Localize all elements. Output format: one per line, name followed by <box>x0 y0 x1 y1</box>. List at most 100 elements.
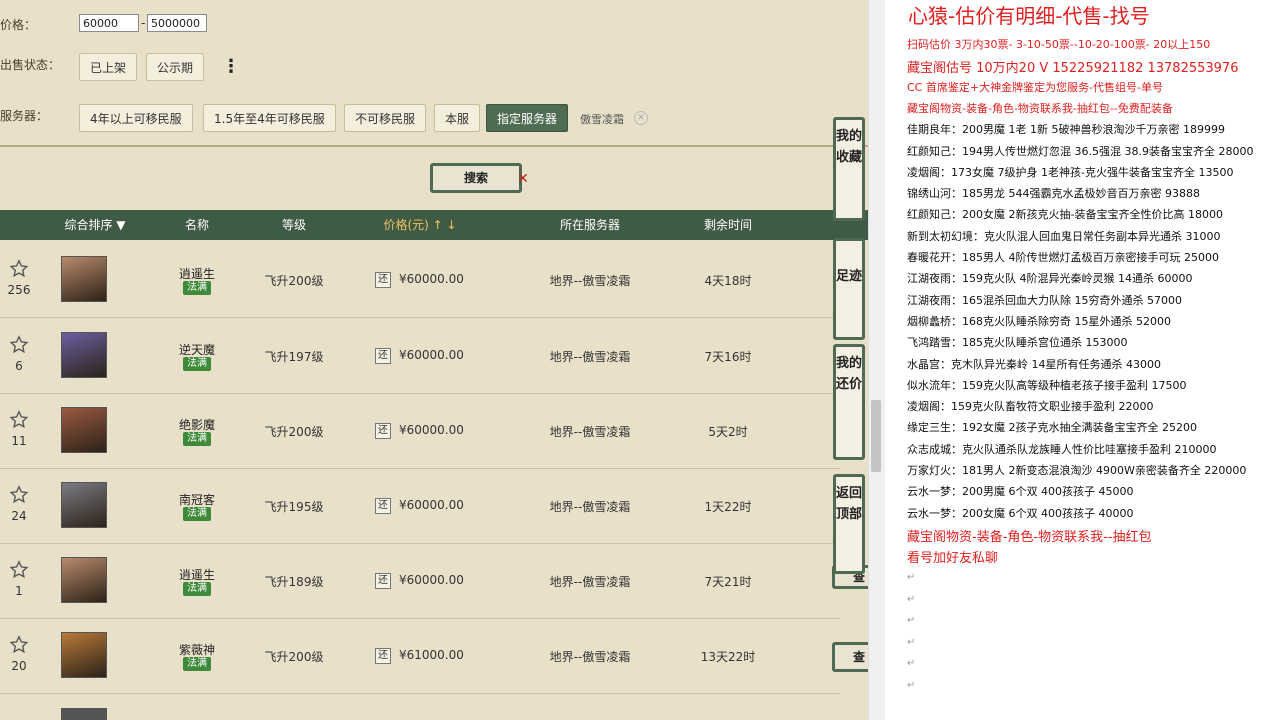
bargain-icon[interactable]: 还 <box>375 498 391 514</box>
side-tab-my-bargains[interactable]: 我的还价 <box>833 344 865 460</box>
table-row[interactable]: 256 逍遥生 法满 飞升200级 还 ¥60000.00 地界--傲雪凌霜 4… <box>0 242 840 318</box>
favorite-star-icon[interactable] <box>8 409 30 431</box>
avatar[interactable] <box>61 332 107 378</box>
character-level: 飞升189级 <box>264 575 324 589</box>
price-max-input[interactable] <box>147 14 207 32</box>
status-badge: 法满 <box>183 582 211 596</box>
status-badge: 法满 <box>183 357 211 371</box>
marketplace-panel: 价格： - 出售状态： 已上架 公示期 ⋮ 服务器： 4年以上可移民服 1.5年… <box>0 0 868 720</box>
status-badge: 法满 <box>183 507 211 521</box>
price-min-input[interactable] <box>79 14 139 32</box>
server-specified-button[interactable]: 指定服务器 <box>486 104 569 132</box>
more-options-icon[interactable]: ⋮ <box>222 56 240 77</box>
note-line: 新到太初幻境：克火队混人回血鬼日常任务副本异光通杀 31000 <box>907 229 1221 243</box>
note-line: 飞鸿踏雪：185克火队睡杀宫位通杀 153000 <box>907 336 1128 350</box>
avatar[interactable] <box>61 256 107 302</box>
status-listed-button[interactable]: 已上架 <box>79 53 138 81</box>
bargain-icon[interactable]: 还 <box>375 648 391 664</box>
favorite-star-icon[interactable] <box>8 334 30 356</box>
side-tab-favorites[interactable]: 我的收藏 <box>833 117 865 221</box>
search-button[interactable]: 搜索 <box>430 163 522 193</box>
character-price: ¥60000.00 <box>399 348 464 362</box>
status-badge: 法满 <box>183 657 211 671</box>
notes-panel: 心猿-估价有明细-代售-找号 扫码估价 3万内30票- 3-10-50票--10… <box>885 0 1280 720</box>
favorite-count: 6 <box>15 359 23 373</box>
table-row[interactable]: 1 逍遥生 法满 飞升189级 还 ¥60000.00 地界--傲雪凌霜 7天2… <box>0 543 840 619</box>
paragraph-mark-icon: ↵ <box>907 658 916 669</box>
favorite-star-icon[interactable] <box>8 634 30 656</box>
character-price: ¥60000.00 <box>399 573 464 587</box>
server-no-migrate-button[interactable]: 不可移民服 <box>344 104 427 132</box>
favorite-count: 256 <box>7 283 31 297</box>
bargain-icon[interactable]: 还 <box>375 573 391 589</box>
filter-divider <box>0 145 868 147</box>
character-price: ¥60000.00 <box>399 423 464 437</box>
clear-search-icon[interactable]: ✕ <box>517 171 529 187</box>
price-label: 价格： <box>0 18 37 32</box>
paragraph-mark-icon: ↵ <box>907 572 916 583</box>
bargain-icon[interactable]: 还 <box>375 272 391 288</box>
note-line: 凌烟阁：173女魔 7级护身 1老神孩-克火强牛装备宝宝齐全 13500 <box>907 165 1234 179</box>
note-line: 藏宝阁估号 10万内20 V 15225921182 13782553976 <box>907 61 1239 77</box>
note-line: 看号加好友私聊 <box>907 551 999 567</box>
level-header: 等级 <box>281 218 306 232</box>
remaining-time: 5天2时 <box>708 425 748 439</box>
server-4yr-button[interactable]: 4年以上可移民服 <box>79 104 193 132</box>
table-row[interactable]: 6 逆天魔 法满 飞升197级 还 ¥60000.00 地界--傲雪凌霜 7天1… <box>0 318 840 394</box>
character-level: 飞升200级 <box>264 425 324 439</box>
view-button[interactable]: 查 <box>832 642 868 672</box>
scrollbar-thumb[interactable] <box>871 400 881 472</box>
note-line: 水晶宫：克木队异光秦岭 14星所有任务通杀 43000 <box>907 357 1161 371</box>
favorite-count: 1 <box>15 584 23 598</box>
bargain-icon[interactable]: 还 <box>375 348 391 364</box>
server-1-5yr-button[interactable]: 1.5年至4年可移民服 <box>203 104 336 132</box>
character-server: 地界--傲雪凌霜 <box>549 425 631 439</box>
status-badge: 法满 <box>183 432 211 446</box>
note-line: 藏宝阁物资-装备-角色-物资联系我-抽红包--免费配装备 <box>907 101 1173 115</box>
scrollbar[interactable] <box>868 0 885 720</box>
table-row[interactable]: 20 紫薇神 法满 飞升200级 还 ¥61000.00 地界--傲雪凌霜 13… <box>0 618 840 694</box>
paragraph-mark-icon: ↵ <box>907 636 916 648</box>
character-name[interactable]: 逆天魔 <box>160 341 234 358</box>
favorite-star-icon[interactable] <box>8 484 30 506</box>
note-line: 春暖花开：185男人 4阶传世燃灯孟极百万亲密接手可玩 25000 <box>907 251 1219 264</box>
price-header[interactable]: 价格(元) ↑ ↓ <box>365 210 475 240</box>
character-server: 地界--傲雪凌霜 <box>549 350 631 364</box>
character-level: 飞升200级 <box>264 650 324 664</box>
avatar[interactable] <box>61 482 107 528</box>
avatar[interactable] <box>61 632 107 678</box>
character-name[interactable]: 绝影魔 <box>160 416 234 433</box>
remaining-time: 4天18时 <box>704 274 752 288</box>
note-line: 云水一梦：200女魔 6个双 400孩孩子 40000 <box>907 506 1134 520</box>
side-tab-back-to-top[interactable]: 返回顶部 <box>833 474 865 574</box>
note-line: 江湖夜雨：165混杀回血大力队除 15穷奇外通杀 57000 <box>907 293 1182 307</box>
character-name[interactable]: 逍遥生 <box>160 566 234 583</box>
character-name[interactable]: 南冠客 <box>160 491 234 508</box>
character-name[interactable]: 紫薇神 <box>160 641 234 658</box>
note-line: 扫码估价 3万内30票- 3-10-50票--10-20-100票- 20以上1… <box>907 38 1211 51</box>
side-tab-history[interactable]: 足迹 <box>833 238 865 340</box>
paragraph-mark-icon: ↵ <box>907 679 916 691</box>
avatar <box>61 708 107 720</box>
avatar[interactable] <box>61 557 107 603</box>
favorite-count: 24 <box>11 509 27 523</box>
favorite-star-icon[interactable] <box>8 258 30 280</box>
status-label: 出售状态： <box>0 58 61 72</box>
remove-server-icon[interactable]: ✕ <box>634 111 648 125</box>
note-line: 红颜知己：194男人传世燃灯忽混 36.5强混 38.9装备宝宝齐全 28000 <box>907 144 1254 158</box>
note-line: 万家灯火：181男人 2新变态混浪淘沙 4900W亲密装备齐全 220000 <box>907 464 1247 477</box>
table-row[interactable]: 11 绝影魔 法满 飞升200级 还 ¥60000.00 地界--傲雪凌霜 5天… <box>0 393 840 469</box>
time-header: 剩余时间 <box>703 218 752 232</box>
character-name[interactable]: 逍遥生 <box>160 265 234 282</box>
favorite-star-icon[interactable] <box>8 559 30 581</box>
status-public-button[interactable]: 公示期 <box>146 53 205 81</box>
sort-header[interactable]: 综合排序 ▼ <box>50 210 140 240</box>
bargain-icon[interactable]: 还 <box>375 423 391 439</box>
avatar[interactable] <box>61 407 107 453</box>
paragraph-mark-icon: ↵ <box>907 593 916 605</box>
character-price: ¥61000.00 <box>399 648 464 662</box>
table-row[interactable]: 24 南冠客 法满 飞升195级 还 ¥60000.00 地界--傲雪凌霜 1天… <box>0 468 840 544</box>
favorite-count: 11 <box>11 434 27 448</box>
note-line: 佳期良年：200男魔 1老 1新 5破神兽秒浪淘沙千万亲密 189999 <box>907 123 1225 137</box>
server-this-button[interactable]: 本服 <box>434 104 481 132</box>
